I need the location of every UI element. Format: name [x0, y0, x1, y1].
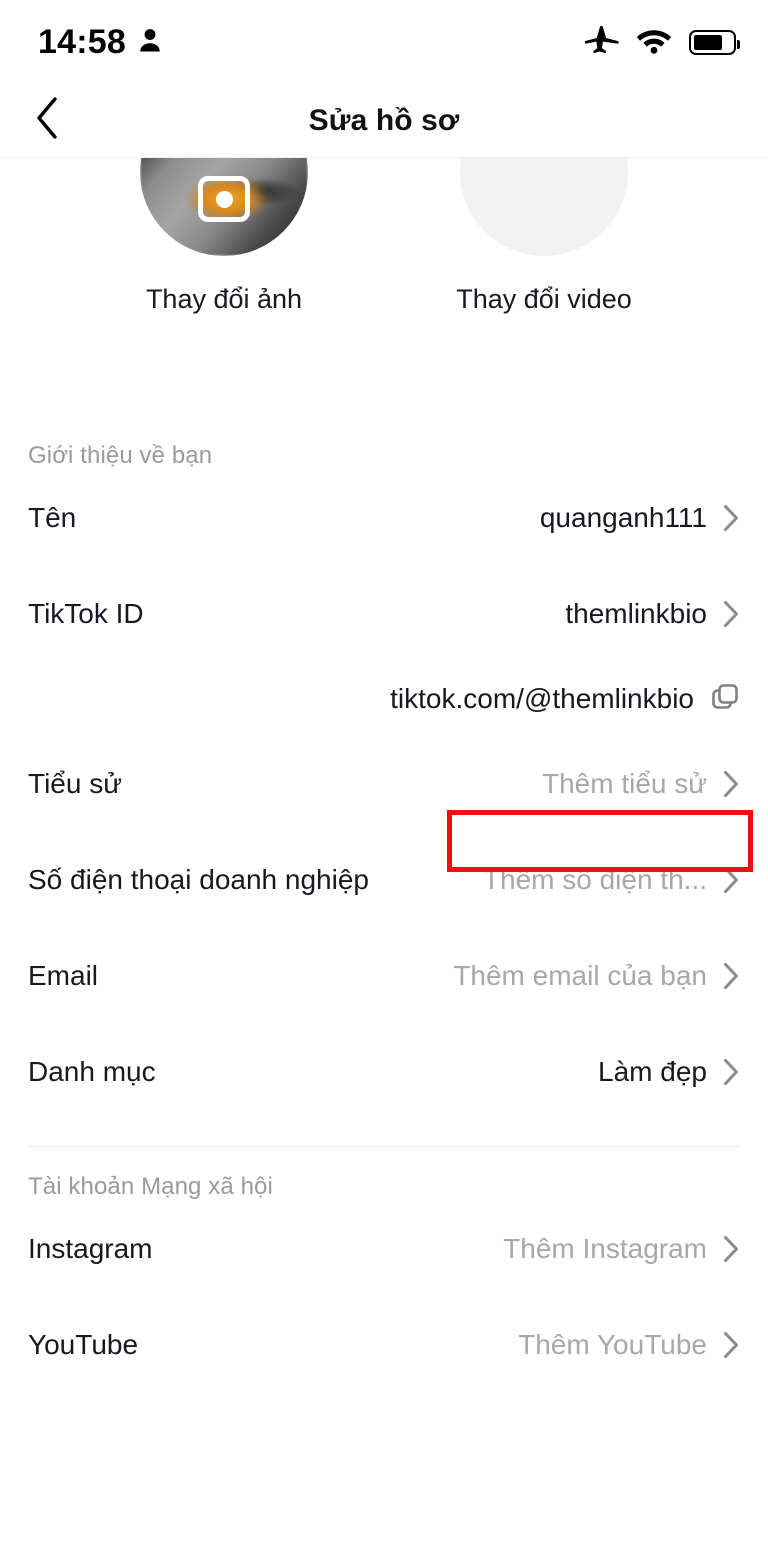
tiktok-edit-profile-screen: 14:58 Sửa hồ sơ Thay đổi ảnh Thay đổi vi…: [0, 0, 768, 1545]
chevron-right-icon: [723, 962, 740, 990]
row-tiktok-id[interactable]: TikTok ID themlinkbio: [0, 566, 768, 662]
row-right: Thêm YouTube: [518, 1329, 740, 1361]
row-label: Tiểu sử: [28, 768, 122, 799]
row-value: Thêm email của bạn: [453, 960, 707, 991]
section-title-about: Giới thiệu về bạn: [28, 442, 213, 469]
copy-icon[interactable]: [710, 682, 740, 717]
change-photo-button[interactable]: Thay đổi ảnh: [140, 158, 308, 338]
chevron-right-icon: [723, 1331, 740, 1359]
row-email[interactable]: Email Thêm email của bạn: [0, 928, 768, 1024]
profile-link-value: tiktok.com/@themlinkbio: [390, 683, 694, 714]
row-label: TikTok ID: [28, 598, 144, 629]
row-value: Thêm Instagram: [503, 1233, 707, 1265]
status-time: 14:58: [38, 22, 126, 61]
row-youtube[interactable]: YouTube Thêm YouTube: [0, 1297, 768, 1393]
row-name[interactable]: Tên quanganh111: [0, 470, 768, 566]
chevron-right-icon: [723, 1235, 740, 1263]
avatar-clip: [140, 158, 308, 256]
chevron-right-icon: [723, 770, 740, 798]
back-chevron-icon: [35, 97, 59, 144]
camera-icon: [198, 176, 250, 222]
airplane-mode-icon: [585, 24, 619, 61]
status-bar-left: 14:58: [38, 23, 162, 62]
person-icon: [138, 27, 162, 58]
row-right: Thêm Instagram: [503, 1233, 740, 1265]
row-label: Tên: [28, 502, 77, 533]
row-right: Thêm email của bạn: [453, 960, 740, 992]
back-button[interactable]: [25, 97, 69, 144]
change-video-label: Thay đổi video: [456, 284, 632, 314]
row-value: Thêm tiểu sử: [541, 768, 707, 799]
change-video-button[interactable]: Thay đổi video: [456, 158, 632, 338]
row-label: YouTube: [28, 1329, 139, 1361]
row-label: Danh mục: [28, 1056, 156, 1087]
video-clip: [460, 158, 628, 256]
row-instagram[interactable]: Instagram Thêm Instagram: [0, 1201, 768, 1297]
chevron-right-icon: [723, 504, 740, 532]
status-bar: 14:58: [0, 0, 768, 84]
app-header: Sửa hồ sơ: [0, 84, 768, 158]
row-business-phone[interactable]: Số điện thoại doanh nghiệp Thêm số điện …: [0, 832, 768, 928]
row-label: Số điện thoại doanh nghiệp: [28, 864, 369, 895]
row-right: Làm đẹp: [598, 1056, 740, 1088]
row-right: Thêm số điện th...: [483, 864, 740, 896]
row-right: Thêm tiểu sử: [542, 768, 740, 800]
row-value: Làm đẹp: [598, 1056, 707, 1087]
row-value: themlinkbio: [565, 598, 707, 629]
profile-fields-list: Giới thiệu về bạn Tên quanganh111 TikTok…: [0, 420, 768, 1393]
page-title: Sửa hồ sơ: [308, 103, 460, 137]
status-bar-right: [585, 24, 740, 61]
chevron-right-icon: [723, 866, 740, 894]
battery-icon: [689, 29, 740, 55]
row-value: Thêm YouTube: [518, 1329, 707, 1361]
video-avatar[interactable]: [460, 158, 628, 256]
profile-media-row: Thay đổi ảnh Thay đổi video: [0, 158, 768, 338]
change-photo-label: Thay đổi ảnh: [145, 284, 303, 314]
row-right: themlinkbio: [565, 598, 740, 630]
profile-link-row[interactable]: tiktok.com/@themlinkbio: [0, 662, 768, 736]
row-label: Email: [28, 960, 99, 991]
chevron-right-icon: [723, 1058, 740, 1086]
chevron-right-icon: [723, 600, 740, 628]
row-value: quanganh111: [539, 502, 707, 533]
row-bio[interactable]: Tiểu sử Thêm tiểu sử: [0, 736, 768, 832]
camera-lens-icon: [215, 190, 233, 208]
section-divider: [28, 1146, 740, 1148]
row-category[interactable]: Danh mục Làm đẹp: [0, 1024, 768, 1120]
row-label: Instagram: [28, 1233, 153, 1265]
section-title-social: Tài khoản Mạng xã hội: [28, 1173, 273, 1201]
row-value: Thêm số điện th...: [482, 864, 707, 895]
row-right: quanganh111: [540, 502, 740, 534]
wifi-icon: [636, 26, 672, 59]
